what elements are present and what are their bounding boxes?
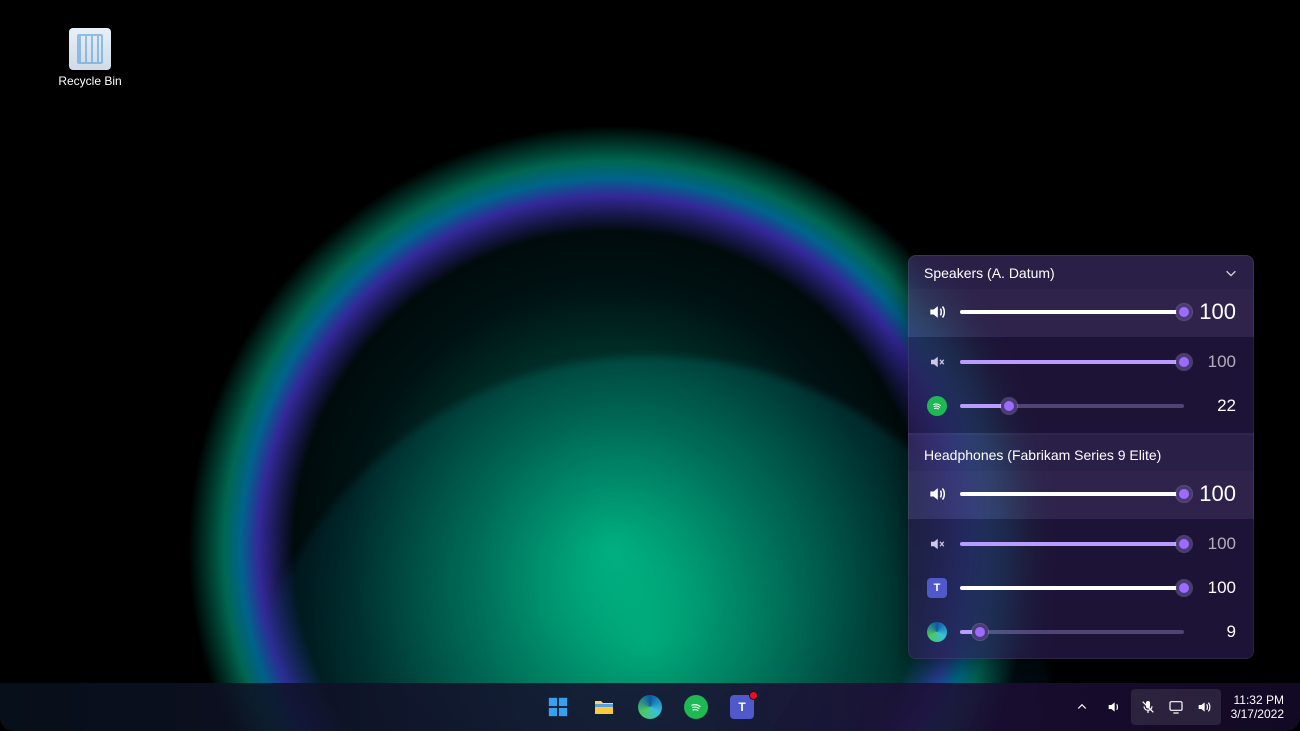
app-volume-row: 22	[908, 385, 1254, 429]
speaker-muted-icon[interactable]	[926, 533, 948, 555]
volume-icon[interactable]	[1191, 687, 1217, 727]
device-master-volume-row: 100	[908, 471, 1254, 519]
speaker-icon[interactable]	[926, 301, 948, 323]
spotify-button[interactable]	[676, 687, 716, 727]
device-master-volume-row: 100	[908, 289, 1254, 337]
system-tray: 11:32 PM 3/17/2022	[1067, 687, 1290, 727]
app-volume-value: 100	[1196, 352, 1236, 372]
tray-overflow-button[interactable]	[1067, 687, 1097, 727]
file-explorer-button[interactable]	[584, 687, 624, 727]
app-volume-value: 100	[1196, 578, 1236, 598]
teams-icon[interactable]: T	[926, 577, 948, 599]
app-volume-value: 9	[1196, 622, 1236, 642]
chevron-down-icon[interactable]	[1224, 266, 1238, 280]
audio-device-header[interactable]: Headphones (Fabrikam Series 9 Elite)	[908, 435, 1254, 471]
app-volume-slider[interactable]	[960, 578, 1184, 598]
app-volume-row: 9	[908, 611, 1254, 655]
master-volume-slider[interactable]	[960, 302, 1184, 322]
app-volume-slider[interactable]	[960, 352, 1184, 372]
edge-icon[interactable]	[926, 621, 948, 643]
clock-time: 11:32 PM	[1231, 693, 1284, 707]
notification-badge-icon	[749, 691, 758, 700]
edge-button[interactable]	[630, 687, 670, 727]
taskbar: T 11:32 PM 3/17/2022	[0, 683, 1300, 731]
cast-icon[interactable]	[1163, 687, 1189, 727]
tray-speaker-button[interactable]	[1099, 687, 1129, 727]
app-volume-value: 100	[1196, 534, 1236, 554]
master-volume-value: 100	[1196, 299, 1236, 325]
app-volume-row: T 100	[908, 567, 1254, 611]
mic-muted-icon[interactable]	[1135, 687, 1161, 727]
clock-date: 3/17/2022	[1231, 707, 1284, 721]
app-volume-slider[interactable]	[960, 534, 1184, 554]
spotify-icon[interactable]	[926, 395, 948, 417]
app-volume-slider[interactable]	[960, 622, 1184, 642]
master-volume-slider[interactable]	[960, 484, 1184, 504]
app-volume-value: 22	[1196, 396, 1236, 416]
tray-quick-settings-group[interactable]	[1131, 689, 1221, 725]
speaker-muted-icon[interactable]	[926, 351, 948, 373]
audio-device-name: Headphones (Fabrikam Series 9 Elite)	[924, 447, 1161, 463]
speaker-icon[interactable]	[926, 483, 948, 505]
app-volume-row: 100	[908, 523, 1254, 567]
master-volume-value: 100	[1196, 481, 1236, 507]
recycle-bin-icon	[69, 28, 111, 70]
recycle-bin-desktop-icon[interactable]: Recycle Bin	[55, 28, 125, 88]
taskbar-pinned-apps: T	[538, 687, 762, 727]
audio-device-name: Speakers (A. Datum)	[924, 265, 1055, 281]
audio-device-header[interactable]: Speakers (A. Datum)	[908, 255, 1254, 289]
recycle-bin-label: Recycle Bin	[58, 74, 121, 88]
start-button[interactable]	[538, 687, 578, 727]
app-volume-slider[interactable]	[960, 396, 1184, 416]
app-volume-row: 100	[908, 341, 1254, 385]
taskbar-clock[interactable]: 11:32 PM 3/17/2022	[1223, 693, 1290, 721]
volume-mixer-flyout: Speakers (A. Datum) 100 100	[908, 255, 1254, 659]
teams-button[interactable]: T	[722, 687, 762, 727]
